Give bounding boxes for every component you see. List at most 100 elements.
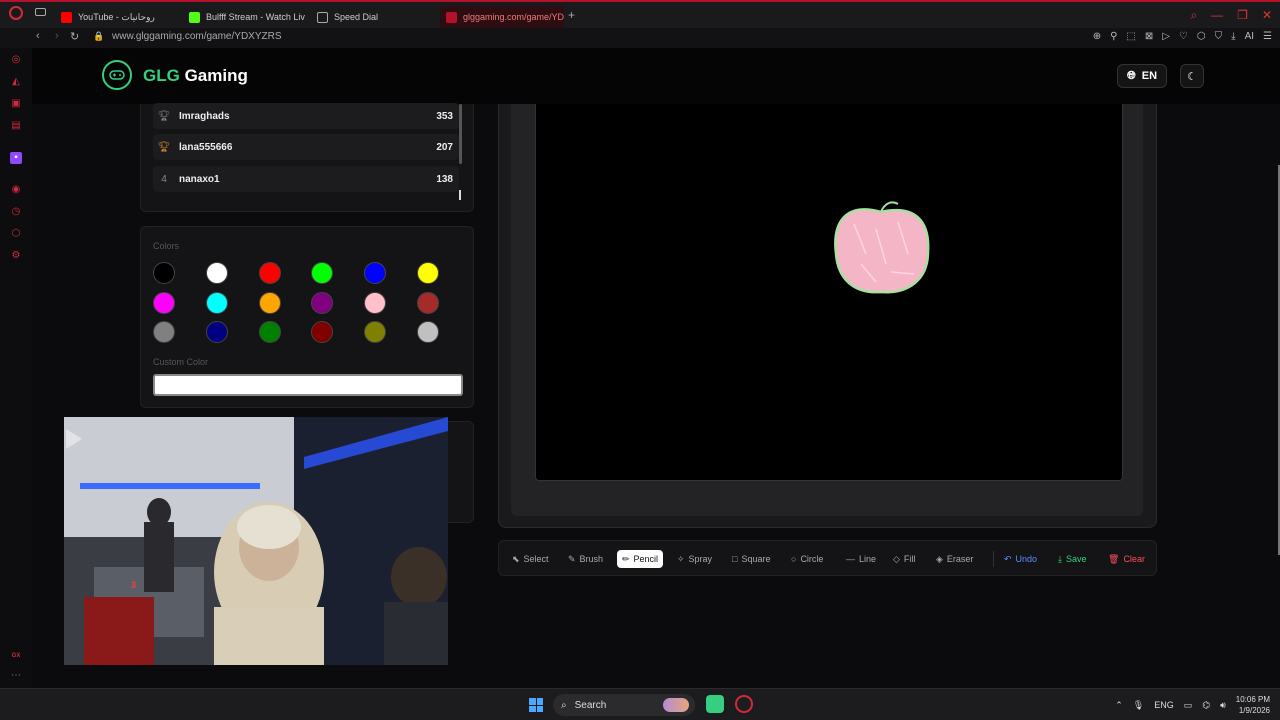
kick-icon	[189, 11, 200, 23]
color-swatch[interactable]	[311, 321, 334, 343]
color-swatch[interactable]	[417, 291, 439, 314]
url-field[interactable]: www.glggaming.com/game/YDXYZRS	[112, 31, 282, 42]
color-swatch[interactable]	[364, 321, 387, 343]
gx-badge: GX	[11, 653, 21, 659]
snapshot-icon[interactable]: ⬚	[1126, 31, 1135, 42]
site-header: GLG Gaming 🌐︎ EN ☾	[32, 48, 1280, 104]
volume-icon[interactable]: 🔊︎	[1220, 700, 1226, 711]
twitch-icon[interactable]: ▪	[10, 152, 22, 164]
tool-pencil-button[interactable]: ✏ Pencil	[617, 550, 664, 568]
color-swatch[interactable]	[153, 262, 175, 284]
messenger-icon[interactable]: ▣	[10, 98, 22, 110]
tool-circle-button[interactable]: ○ Circle	[786, 550, 828, 568]
trash-icon: 🗑︎	[1108, 553, 1120, 564]
color-swatch[interactable]	[205, 262, 228, 284]
logo-rest: Gaming	[179, 66, 248, 85]
tool-select-button[interactable]: ⬉ Select	[507, 550, 554, 568]
undo-button[interactable]: ↶ Undo	[999, 550, 1042, 568]
tool-spray-button[interactable]: ✧ Spray	[672, 550, 717, 568]
tool-brush-button[interactable]: ✎ Brush	[563, 550, 608, 568]
color-swatch[interactable]	[364, 262, 387, 284]
clock-date: 1/9/2026	[1238, 706, 1270, 715]
network-icon[interactable]: ⌬	[1202, 700, 1210, 711]
color-swatch[interactable]	[364, 291, 387, 314]
leaderboard-scrollbar[interactable]	[459, 104, 462, 164]
forward-icon[interactable]: ›	[55, 30, 59, 42]
leaderboard-scroll-thumb[interactable]	[459, 190, 461, 200]
news-icon[interactable]: ▤	[10, 120, 22, 132]
tab-glggaming[interactable]: glggaming.com/game/YDX	[440, 6, 564, 28]
wallet-icon[interactable]: ⛉	[1215, 31, 1223, 42]
taskbar-clock[interactable]: 10:06 PM 1/9/2026	[1236, 694, 1270, 716]
custom-color-input[interactable]	[153, 374, 463, 396]
taskbar-search[interactable]: ⌕ Search	[553, 694, 695, 716]
address-bar: ‹ › ↻ 🔒 www.glggaming.com/game/YDXYZRS ⊕…	[0, 28, 1280, 48]
extensions-sidebar-icon[interactable]: ⬡	[10, 228, 22, 240]
microphone-icon[interactable]: 🎙︎	[1133, 700, 1144, 711]
gx-control-icon[interactable]: ◎	[10, 54, 22, 66]
more-icon[interactable]: ⋯	[10, 670, 22, 682]
extensions-icon[interactable]: ⬡	[1197, 31, 1206, 42]
heart-icon[interactable]: ♡	[1179, 31, 1188, 42]
color-swatch[interactable]	[153, 321, 175, 343]
player-icon[interactable]: ◉	[10, 184, 22, 196]
adblock-icon[interactable]: ⊠	[1145, 31, 1153, 42]
color-swatch[interactable]	[311, 262, 334, 284]
tab-stream[interactable]: Bulfff Stream - Watch Live	[183, 6, 305, 28]
save-button[interactable]: ⤓ Save	[1053, 550, 1092, 568]
menu-icon[interactable]: ☰	[1263, 31, 1272, 42]
tool-line-button[interactable]: — Line	[841, 550, 881, 568]
color-swatch[interactable]	[417, 262, 439, 284]
color-swatch[interactable]	[153, 291, 175, 314]
speed-dial-icon	[317, 11, 328, 23]
color-swatch[interactable]	[417, 321, 439, 343]
tab-speed-dial[interactable]: Speed Dial	[311, 6, 411, 28]
gx-corner-icon[interactable]: ◭	[10, 76, 22, 88]
search-icon: ⌕	[561, 699, 567, 711]
tool-square-button[interactable]: □ Square	[727, 550, 775, 568]
minimize-icon[interactable]: —	[1211, 8, 1223, 23]
taskbar-app-icon[interactable]	[706, 695, 724, 713]
tool-label: Spray	[688, 554, 713, 564]
close-icon[interactable]: ✕	[1262, 8, 1272, 23]
color-swatch[interactable]	[258, 321, 281, 343]
display-icon[interactable]: ▭	[1184, 700, 1193, 711]
tool-fill-button[interactable]: ◇ Fill	[888, 550, 920, 568]
chevron-up-icon[interactable]: ⌃	[1115, 700, 1123, 711]
color-swatch[interactable]	[258, 262, 281, 284]
clear-button[interactable]: 🗑︎ Clear	[1103, 550, 1150, 568]
color-swatch[interactable]	[258, 291, 281, 314]
site-logo[interactable]: GLG Gaming	[143, 66, 248, 86]
theme-toggle-button[interactable]: ☾	[1180, 64, 1204, 88]
opera-gx-logo-icon[interactable]	[9, 6, 23, 20]
history-icon[interactable]: ◷	[10, 206, 22, 218]
tab-youtube[interactable]: YouTube - روحانيات	[55, 6, 181, 28]
search-highlight-icon	[663, 698, 689, 712]
tab-overview-icon[interactable]	[35, 8, 46, 16]
search-tabs-icon[interactable]: ⌕	[1190, 8, 1197, 23]
windows-start-icon[interactable]	[529, 698, 543, 712]
color-swatch[interactable]	[205, 321, 228, 343]
tool-label: Line	[859, 554, 877, 564]
aria-ai-button[interactable]: AI	[1245, 31, 1254, 42]
window-controls: ⌕ — ❐ ✕	[1190, 8, 1272, 23]
language-button[interactable]: 🌐︎ EN	[1117, 64, 1167, 88]
opera-gx-taskbar-icon[interactable]	[735, 695, 753, 713]
back-icon[interactable]: ‹	[36, 30, 40, 42]
play-icon[interactable]: ▷	[1162, 31, 1170, 42]
color-swatch[interactable]	[311, 291, 334, 314]
color-swatch[interactable]	[205, 291, 228, 314]
tool-eraser-button[interactable]: ◈ Eraser	[931, 550, 978, 568]
reload-icon[interactable]: ↻	[70, 30, 79, 43]
pin-icon[interactable]: ⚲	[1110, 31, 1117, 42]
gamepad-logo-icon[interactable]	[102, 60, 132, 90]
maximize-icon[interactable]: ❐	[1237, 8, 1248, 23]
download-icon[interactable]: ⤓	[1231, 31, 1235, 42]
input-language[interactable]: ENG	[1154, 700, 1174, 710]
new-tab-button[interactable]: +	[568, 8, 575, 22]
player-name: Imraghads	[179, 110, 230, 122]
player-name: nanaxo1	[179, 173, 220, 185]
zoom-icon[interactable]: ⊕	[1093, 31, 1101, 42]
settings-icon[interactable]: ⚙	[10, 250, 22, 262]
drawing-canvas[interactable]	[535, 104, 1123, 481]
